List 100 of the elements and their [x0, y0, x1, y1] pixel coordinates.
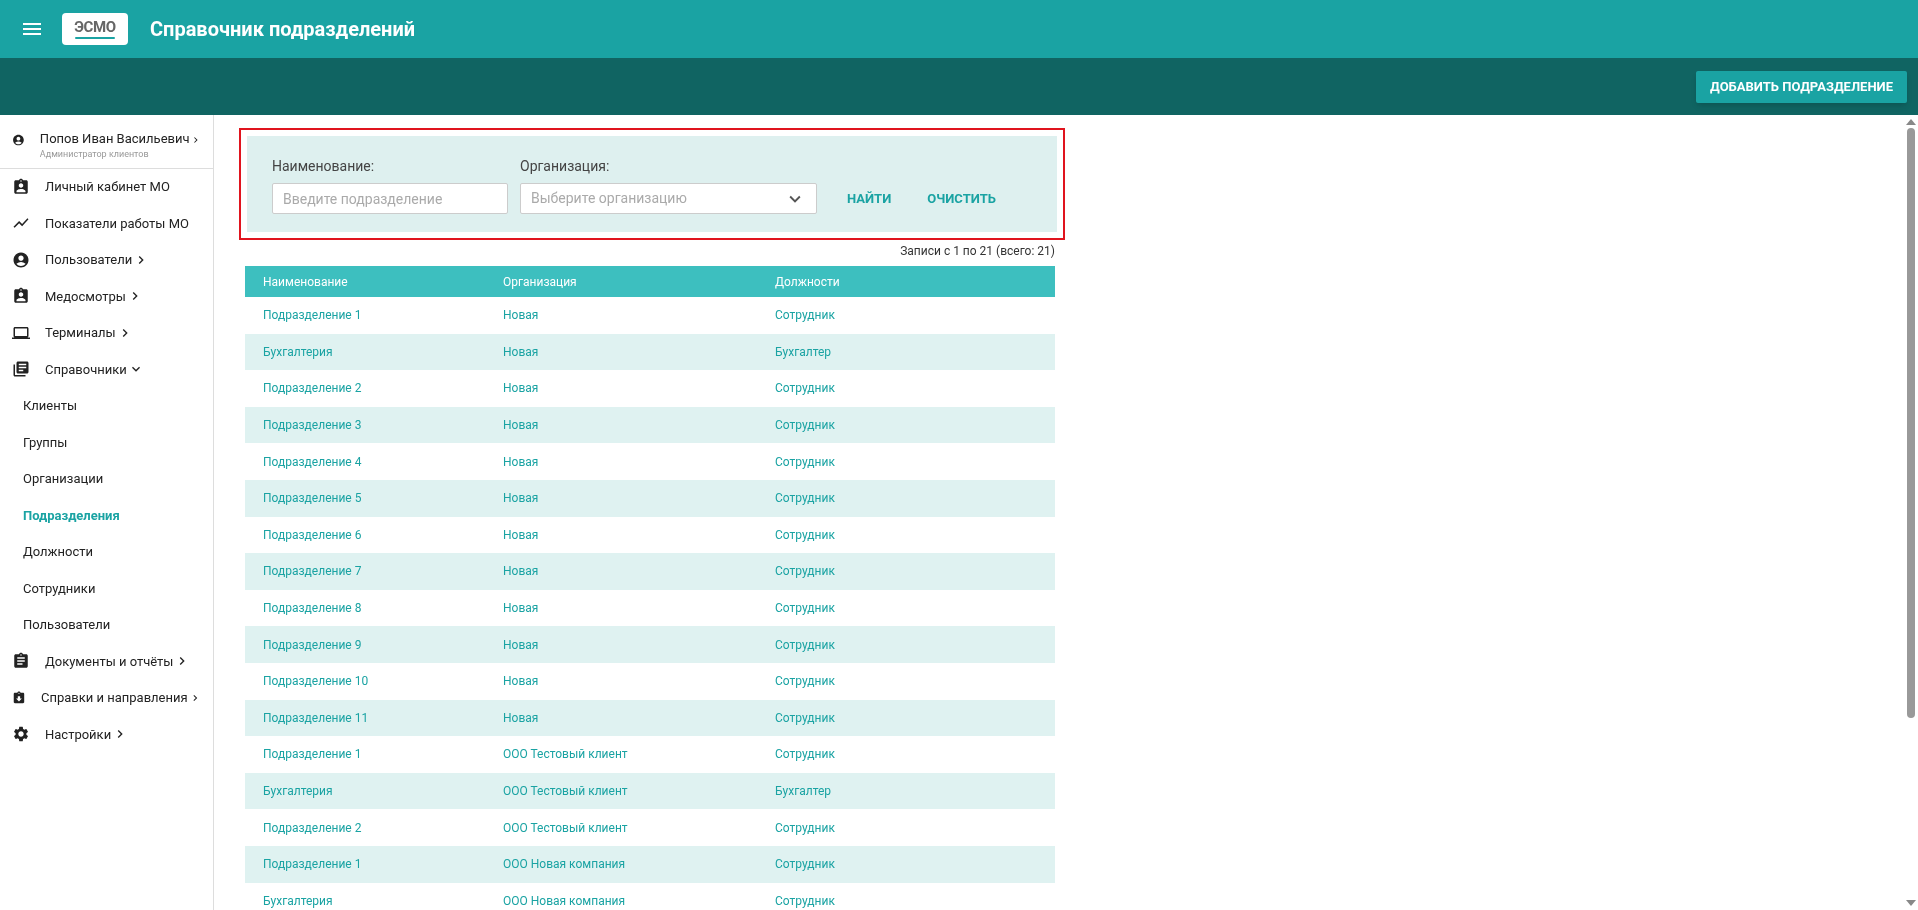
- table-row[interactable]: Подразделение 4 Новая Сотрудник: [245, 443, 1055, 480]
- table-cell: Подразделение 6: [245, 516, 485, 554]
- table-cell: Новая: [485, 443, 757, 480]
- books-icon: [12, 360, 30, 379]
- table-cell: Подразделение 4: [245, 443, 485, 480]
- table-cell: Новая: [485, 626, 757, 663]
- table-row[interactable]: Подразделение 11 Новая Сотрудник: [245, 699, 1055, 737]
- nav-subitem[interactable]: Подразделения: [0, 497, 213, 534]
- nav-subitem[interactable]: Должности: [0, 533, 213, 570]
- table-cell: Подразделение 7: [245, 553, 485, 590]
- table-row[interactable]: Подразделение 6 Новая Сотрудник: [245, 516, 1055, 554]
- table-cell: Сотрудник: [757, 479, 1055, 517]
- settings-icon: [12, 725, 30, 744]
- nav-item[interactable]: Личный кабинет МО: [0, 168, 213, 205]
- badge-icon: [12, 287, 30, 306]
- table-row[interactable]: Подразделение 1 ООО Тестовый клиент Сотрудник: [245, 736, 1055, 773]
- table-cell: Подразделение 11: [245, 699, 485, 737]
- logo[interactable]: ЭСМО: [62, 13, 128, 45]
- nav-item[interactable]: Показатели работы МО: [0, 205, 213, 242]
- nav-item[interactable]: Документы и отчёты: [0, 643, 213, 680]
- table-cell: Сотрудник: [757, 370, 1055, 407]
- table-cell: Подразделение 1: [245, 297, 485, 334]
- table-cell: ООО Тестовый клиент: [485, 736, 757, 773]
- table-cell: Новая: [485, 662, 757, 700]
- table-row[interactable]: Подразделение 8 Новая Сотрудник: [245, 589, 1055, 627]
- table-row[interactable]: Бухгалтерия ООО Тестовый клиент Бухгалтер: [245, 772, 1055, 810]
- table-row[interactable]: Подразделение 2 ООО Тестовый клиент Сотрудник: [245, 809, 1055, 846]
- table-cell: Сотрудник: [757, 699, 1055, 737]
- table-cell: Сотрудник: [757, 297, 1055, 334]
- table-cell: Новая: [485, 479, 757, 517]
- table-cell: Подразделение 5: [245, 479, 485, 517]
- user-role: Администратор клиентов: [39, 148, 150, 161]
- table-row[interactable]: Подразделение 1 ООО Новая компания Сотрудник: [245, 845, 1055, 883]
- table-cell: Сотрудник: [757, 553, 1055, 590]
- table-cell: ООО Новая компания: [485, 882, 757, 910]
- table-cell: Сотрудник: [757, 443, 1055, 480]
- clipboard-icon: [12, 652, 30, 671]
- table-cell: Подразделение 8: [245, 589, 485, 627]
- table-cell: Сотрудник: [757, 845, 1055, 883]
- table-cell: Новая: [485, 370, 757, 407]
- table-cell: Новая: [485, 516, 757, 554]
- user-icon: [12, 250, 30, 269]
- table-cell: Сотрудник: [757, 626, 1055, 663]
- table-row[interactable]: Подразделение 10 Новая Сотрудник: [245, 662, 1055, 700]
- table-cell: Подразделение 3: [245, 406, 485, 444]
- table-cell: Новая: [485, 553, 757, 590]
- user-menu[interactable]: Попов Иван Васильевич Администратор клиентов: [0, 115, 213, 169]
- organization-dropdown[interactable]: Выберите организацию: [520, 183, 817, 214]
- nav-item[interactable]: Медосмотры: [0, 278, 213, 315]
- column-header[interactable]: Организация: [485, 266, 757, 297]
- nav-item[interactable]: Настройки: [0, 716, 213, 753]
- nav-item[interactable]: Пользователи: [0, 241, 213, 278]
- table-cell: ООО Тестовый клиент: [485, 772, 757, 810]
- nav-subitem[interactable]: Организации: [0, 460, 213, 497]
- table-cell: Сотрудник: [757, 406, 1055, 444]
- table-row[interactable]: Подразделение 7 Новая Сотрудник: [245, 553, 1055, 590]
- table-cell: Подразделение 9: [245, 626, 485, 663]
- field-label: Организация:: [520, 157, 611, 176]
- table-cell: Новая: [485, 333, 757, 371]
- table-cell: Бухгалтер: [757, 772, 1055, 810]
- table-cell: Бухгалтер: [757, 333, 1055, 371]
- table-cell: Сотрудник: [757, 662, 1055, 700]
- nav-item[interactable]: Терминалы: [0, 314, 213, 351]
- table-cell: Подразделение 1: [245, 736, 485, 773]
- table-cell: Подразделение 10: [245, 662, 485, 700]
- table-cell: Бухгалтерия: [245, 882, 485, 910]
- table-cell: ООО Тестовый клиент: [485, 809, 757, 846]
- table-cell: Подразделение 2: [245, 809, 485, 846]
- table-cell: ООО Новая компания: [485, 845, 757, 883]
- nav-subitem[interactable]: Группы: [0, 424, 213, 461]
- table-cell: Новая: [485, 297, 757, 334]
- table-cell: Подразделение 1: [245, 845, 485, 883]
- table-cell: Сотрудник: [757, 882, 1055, 910]
- clear-button[interactable]: ОЧИСТИТЬ: [921, 183, 1002, 214]
- table-cell: Сотрудник: [757, 589, 1055, 627]
- find-button[interactable]: НАЙТИ: [829, 183, 910, 214]
- table-cell: Бухгалтерия: [245, 333, 485, 371]
- table-cell: Бухгалтерия: [245, 772, 485, 810]
- table-cell: Сотрудник: [757, 516, 1055, 554]
- table-cell: Новая: [485, 589, 757, 627]
- field-label: Наименование:: [272, 157, 376, 176]
- column-header[interactable]: Должности: [757, 266, 1055, 297]
- table-row[interactable]: Подразделение 5 Новая Сотрудник: [245, 479, 1055, 517]
- table-cell: Новая: [485, 406, 757, 444]
- nav-subitem[interactable]: Клиенты: [0, 387, 213, 424]
- add-department-button[interactable]: ДОБАВИТЬ ПОДРАЗДЕЛЕНИЕ: [1696, 70, 1907, 103]
- column-header[interactable]: Наименование: [245, 266, 485, 297]
- nav-item[interactable]: Справочники: [0, 351, 213, 388]
- table-cell: Сотрудник: [757, 809, 1055, 846]
- table-row[interactable]: Подразделение 1 Новая Сотрудник: [245, 297, 1055, 334]
- name-input-field[interactable]: Введите подразделение: [272, 183, 508, 214]
- table-row[interactable]: Бухгалтерия ООО Новая компания Сотрудник: [245, 882, 1055, 910]
- table-row[interactable]: Подразделение 2 Новая Сотрудник: [245, 370, 1055, 407]
- table-row[interactable]: Подразделение 9 Новая Сотрудник: [245, 626, 1055, 663]
- nav-subitem[interactable]: Сотрудники: [0, 570, 213, 607]
- badge-icon: [12, 177, 30, 196]
- table-cell: Сотрудник: [757, 736, 1055, 773]
- nav-item[interactable]: Справки и направления: [0, 679, 213, 716]
- nav-subitem[interactable]: Пользователи: [0, 606, 213, 643]
- table-cell: Подразделение 2: [245, 370, 485, 407]
